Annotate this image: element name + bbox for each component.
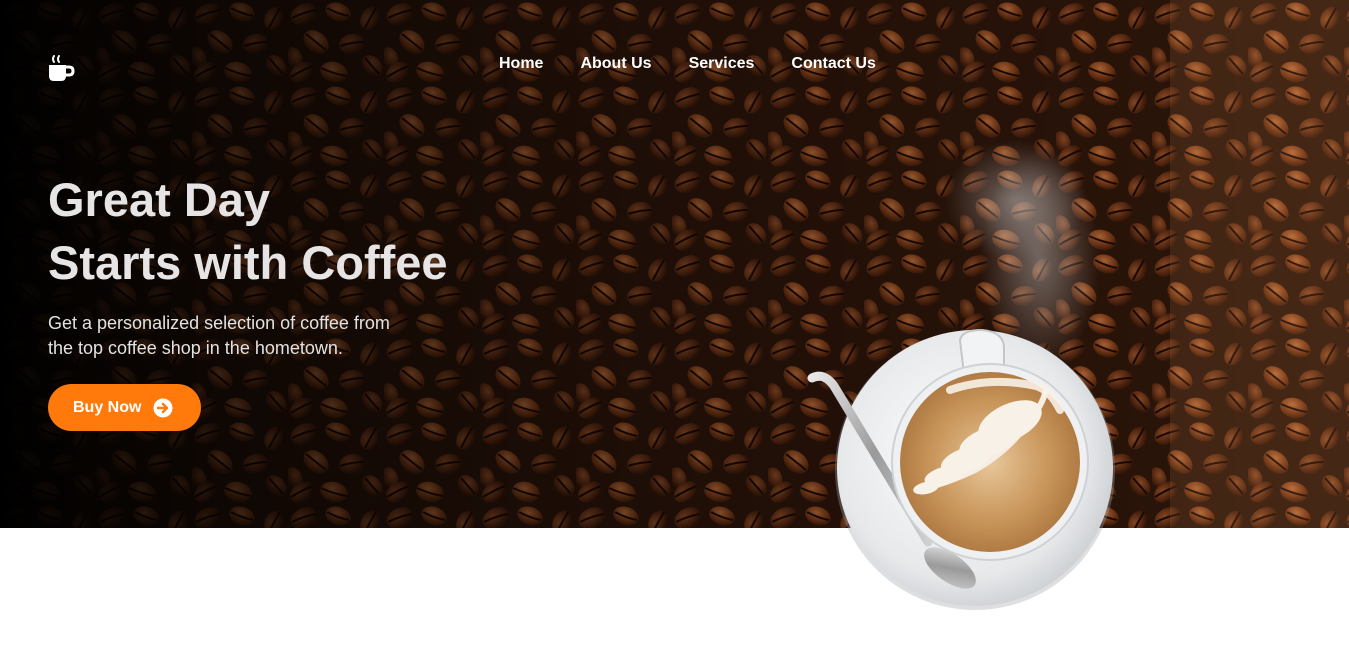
coffee-cup-icon[interactable] bbox=[46, 52, 76, 84]
headline-line-1: Great Day bbox=[48, 173, 271, 226]
nav-services-link[interactable]: Services bbox=[689, 55, 755, 73]
buy-now-label: Buy Now bbox=[73, 398, 142, 416]
hero-headline: Great Day Starts with Coffee bbox=[48, 168, 448, 294]
main-nav: Home About Us Services Contact Us bbox=[499, 55, 913, 73]
nav-contact-us-link[interactable]: Contact Us bbox=[791, 55, 875, 73]
nav-home-link[interactable]: Home bbox=[499, 55, 543, 73]
subtext-line-2: the top coffee shop in the hometown. bbox=[48, 338, 343, 358]
buy-now-button[interactable]: Buy Now bbox=[48, 384, 201, 431]
arrow-circle-right-icon bbox=[153, 398, 173, 417]
latte-cup-illustration bbox=[807, 140, 1115, 610]
headline-line-2: Starts with Coffee bbox=[48, 236, 448, 289]
hero-subtext: Get a personalized selection of coffee f… bbox=[48, 311, 448, 361]
subtext-line-1: Get a personalized selection of coffee f… bbox=[48, 313, 390, 333]
nav-about-us-link[interactable]: About Us bbox=[580, 55, 651, 73]
